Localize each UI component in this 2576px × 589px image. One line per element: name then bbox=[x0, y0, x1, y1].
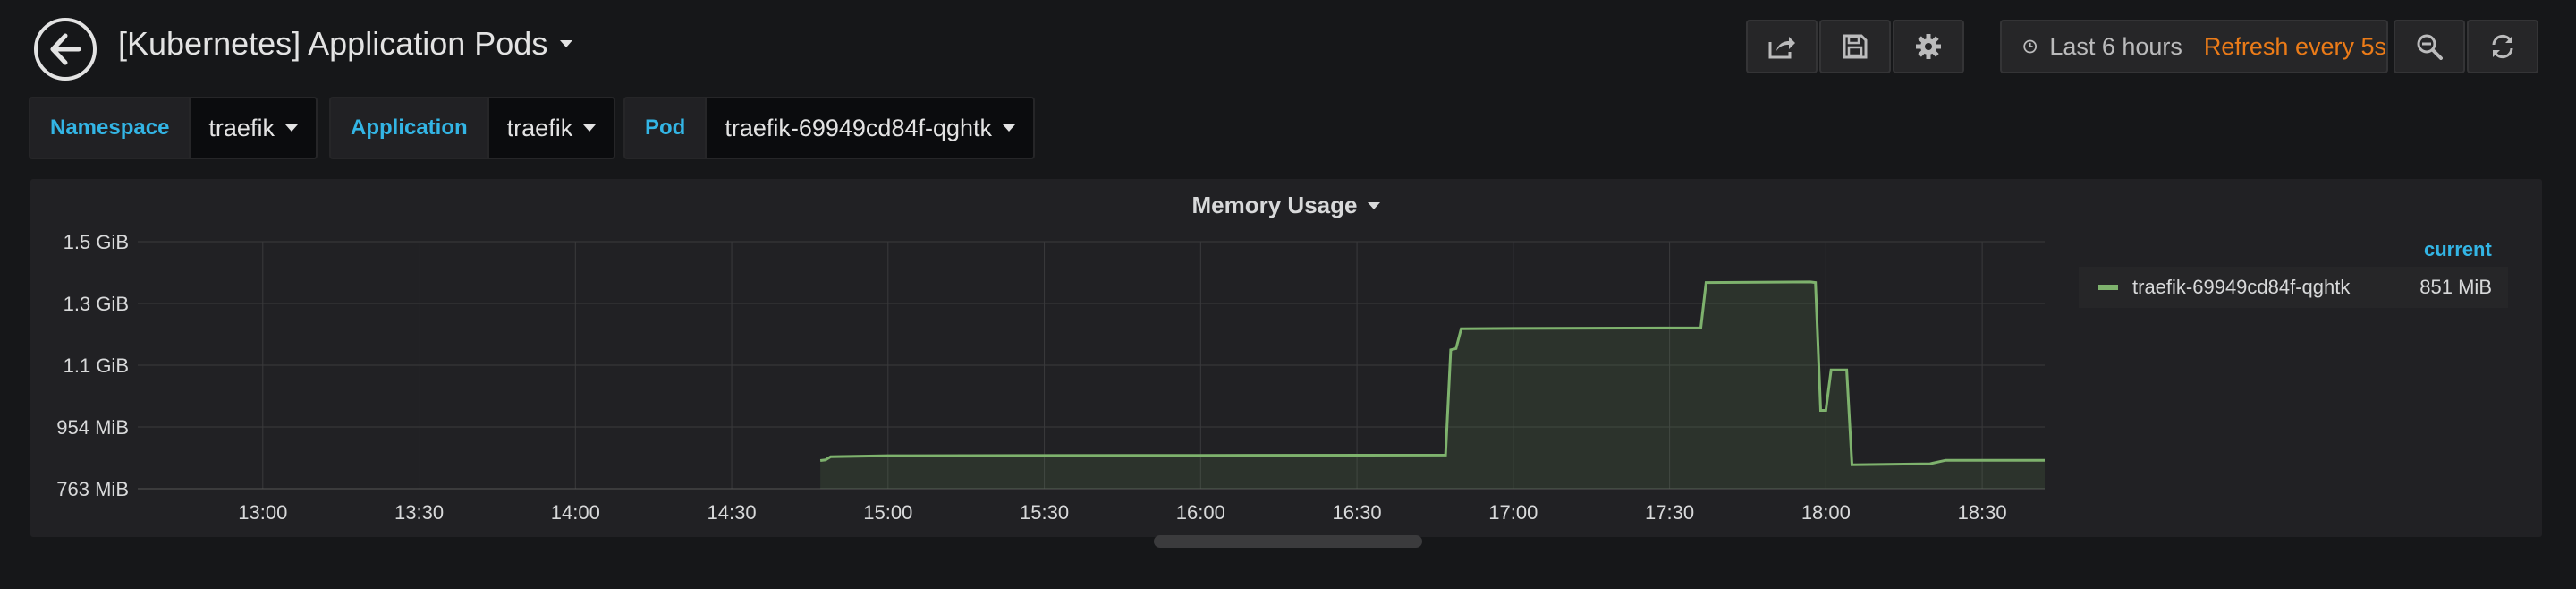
memory-usage-panel: Memory Usage 763 MiB 954 MiB 1.1 GiB 1.3 Gi… bbox=[30, 179, 2542, 537]
zoom-out-button[interactable] bbox=[2394, 20, 2465, 73]
y-tick-label: 954 MiB bbox=[56, 416, 129, 439]
chevron-down-icon bbox=[1003, 124, 1016, 132]
chevron-down-icon bbox=[284, 124, 298, 132]
dashboard-title-text: [Kubernetes] Application Pods bbox=[118, 25, 548, 62]
refresh-button[interactable] bbox=[2467, 20, 2538, 73]
chevron-down-icon bbox=[583, 124, 597, 132]
scrollbar[interactable] bbox=[1154, 535, 1422, 548]
variable-label: Pod bbox=[623, 97, 706, 159]
x-tick-label: 15:00 bbox=[863, 501, 912, 524]
x-tick-label: 14:30 bbox=[708, 501, 757, 524]
application-select[interactable]: traefik bbox=[487, 97, 616, 159]
save-dashboard-button[interactable] bbox=[1819, 20, 1891, 73]
y-tick-label: 1.1 GiB bbox=[64, 354, 129, 377]
x-tick-label: 13:00 bbox=[238, 501, 287, 524]
legend-swatch bbox=[2098, 285, 2118, 290]
variable-value: traefik-69949cd84f-qghtk bbox=[724, 114, 993, 141]
x-tick-label: 16:00 bbox=[1176, 501, 1225, 524]
gear-icon bbox=[1916, 34, 1941, 59]
x-tick-label: 16:30 bbox=[1333, 501, 1382, 524]
variable-value: traefik bbox=[506, 114, 573, 141]
share-button[interactable] bbox=[1746, 20, 1818, 73]
time-range-label: Last 6 hours bbox=[2049, 32, 2182, 60]
time-range-picker[interactable]: Last 6 hours Refresh every 5s bbox=[2000, 20, 2388, 73]
y-tick-label: 763 MiB bbox=[56, 478, 129, 500]
variable-namespace: Namespace traefik bbox=[29, 97, 318, 159]
namespace-select[interactable]: traefik bbox=[189, 97, 318, 159]
back-button[interactable] bbox=[34, 18, 97, 81]
variable-label: Application bbox=[329, 97, 487, 159]
share-icon bbox=[1768, 37, 1795, 59]
clock-icon bbox=[2023, 39, 2038, 54]
refresh-interval-label: Refresh every 5s bbox=[2203, 32, 2386, 60]
refresh-icon bbox=[2492, 34, 2513, 59]
x-tick-label: 14:00 bbox=[551, 501, 600, 524]
settings-button[interactable] bbox=[1893, 20, 1964, 73]
dashboard-title[interactable]: [Kubernetes] Application Pods bbox=[118, 25, 573, 63]
y-tick-label: 1.3 GiB bbox=[64, 293, 129, 315]
y-tick-label: 1.5 GiB bbox=[64, 231, 129, 253]
x-tick-label: 18:00 bbox=[1801, 501, 1851, 524]
zoom-out-icon bbox=[2417, 34, 2443, 60]
memory-usage-chart[interactable]: 763 MiB 954 MiB 1.1 GiB 1.3 GiB 1.5 GiB 13:00… bbox=[30, 179, 2542, 537]
series-line bbox=[819, 280, 2045, 466]
x-tick-label: 18:30 bbox=[1958, 501, 2007, 524]
x-tick-label: 17:00 bbox=[1488, 501, 1538, 524]
variable-label: Namespace bbox=[29, 97, 190, 159]
save-icon bbox=[1843, 34, 1868, 59]
legend-item[interactable]: traefik-69949cd84f-qghtk 851 MiB bbox=[2079, 267, 2508, 308]
variable-pod: Pod traefik-69949cd84f-qghtk bbox=[623, 97, 1036, 159]
x-tick-label: 15:30 bbox=[1020, 501, 1069, 524]
x-tick-label: 13:30 bbox=[394, 501, 444, 524]
x-tick-label: 17:30 bbox=[1645, 501, 1694, 524]
variable-application: Application traefik bbox=[329, 97, 616, 159]
legend-header-current[interactable]: current bbox=[2424, 238, 2492, 261]
pod-select[interactable]: traefik-69949cd84f-qghtk bbox=[705, 97, 1036, 159]
chevron-down-icon bbox=[560, 40, 573, 47]
variable-value: traefik bbox=[208, 114, 275, 141]
legend-series-name: traefik-69949cd84f-qghtk bbox=[2132, 276, 2351, 298]
back-arrow-icon bbox=[50, 33, 81, 65]
legend-current-value: 851 MiB bbox=[2419, 276, 2492, 298]
series-area bbox=[820, 281, 2045, 489]
